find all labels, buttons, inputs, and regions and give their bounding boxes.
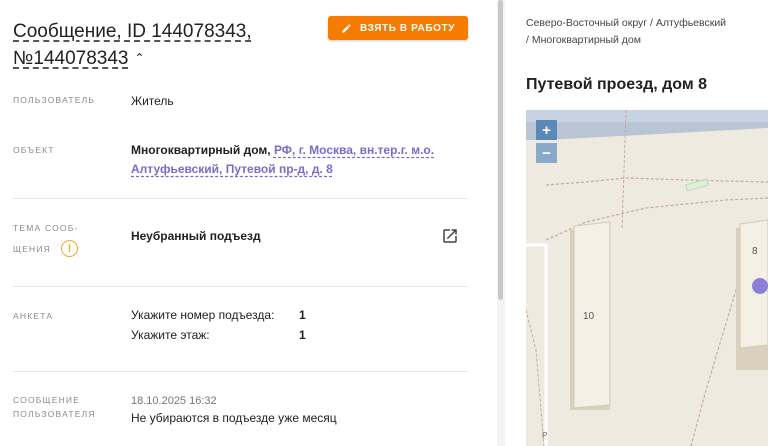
message-title-text[interactable]: Сообщение, ID 144078343, №144078343 — [13, 21, 252, 69]
field-topic: ТЕМА СООБ- ЩЕНИЯ ! Неубранный подъезд — [13, 218, 468, 264]
building-label: 8 — [752, 246, 758, 257]
divider — [13, 286, 468, 287]
chevron-up-icon[interactable]: ⌃ — [134, 45, 144, 72]
breadcrumb-line: / Многоквартирный дом — [526, 34, 641, 46]
zoom-in-button[interactable]: + — [536, 120, 557, 140]
field-label: ПОЛЬЗОВАТЕЛЬ — [13, 95, 96, 105]
zoom-out-button[interactable]: − — [536, 143, 557, 163]
field-user: ПОЛЬЗОВАТЕЛЬ Житель — [13, 90, 468, 114]
field-object: ОБЪЕКТ Многоквартирный дом, РФ, г. Москв… — [13, 140, 468, 182]
survey-question: Укажите номер подъезда: — [131, 308, 275, 322]
scrollbar[interactable] — [497, 0, 505, 446]
field-label: ПОЛЬЗОВАТЕЛЯ — [13, 409, 96, 419]
message-text: Не убираются в подъезде уже месяц — [131, 411, 337, 425]
object-type: Многоквартирный дом, — [131, 143, 271, 157]
map-canvas — [526, 110, 768, 446]
scrollbar-thumb[interactable] — [498, 0, 503, 300]
user-value: Житель — [131, 94, 174, 108]
field-message: СООБЩЕНИЕ ПОЛЬЗОВАТЕЛЯ 18.10.2025 16:32 … — [13, 390, 468, 434]
take-to-work-button[interactable]: ВЗЯТЬ В РАБОТУ — [328, 16, 468, 40]
map[interactable]: + − 10 8 P — [526, 110, 768, 446]
divider — [13, 198, 468, 199]
message-title[interactable]: Сообщение, ID 144078343, №144078343 ⌃ — [13, 18, 313, 72]
field-label: АНКЕТА — [13, 311, 54, 321]
open-external-icon[interactable] — [441, 227, 459, 245]
location-marker-icon[interactable] — [752, 278, 768, 294]
field-survey: АНКЕТА Укажите номер подъезда: 1 Укажите… — [13, 306, 468, 348]
field-label: ТЕМА СООБ- — [13, 223, 79, 233]
survey-answer: 1 — [299, 328, 306, 342]
breadcrumb-line: Северо-Восточный округ / Алтуфьевский — [526, 17, 727, 29]
object-value: Многоквартирный дом, РФ, г. Москва, вн.т… — [131, 141, 436, 179]
building-label: 10 — [583, 311, 595, 322]
location-address: Путевой проезд, дом 8 — [526, 76, 708, 93]
survey-question: Укажите этаж: — [131, 328, 210, 342]
divider — [13, 371, 468, 372]
parking-icon: P — [542, 431, 548, 440]
breadcrumb: Северо-Восточный округ / Алтуфьевский / … — [526, 15, 761, 49]
pencil-icon — [342, 23, 351, 33]
topic-value: Неубранный подъезд — [131, 229, 261, 243]
location-panel: Северо-Восточный округ / Алтуфьевский / … — [505, 0, 768, 446]
take-to-work-label: ВЗЯТЬ В РАБОТУ — [359, 22, 456, 34]
survey-answer: 1 — [299, 308, 306, 322]
warning-icon[interactable]: ! — [61, 240, 78, 257]
field-label: ОБЪЕКТ — [13, 145, 55, 155]
message-details-panel: Сообщение, ID 144078343, №144078343 ⌃ ВЗЯ… — [0, 0, 497, 446]
